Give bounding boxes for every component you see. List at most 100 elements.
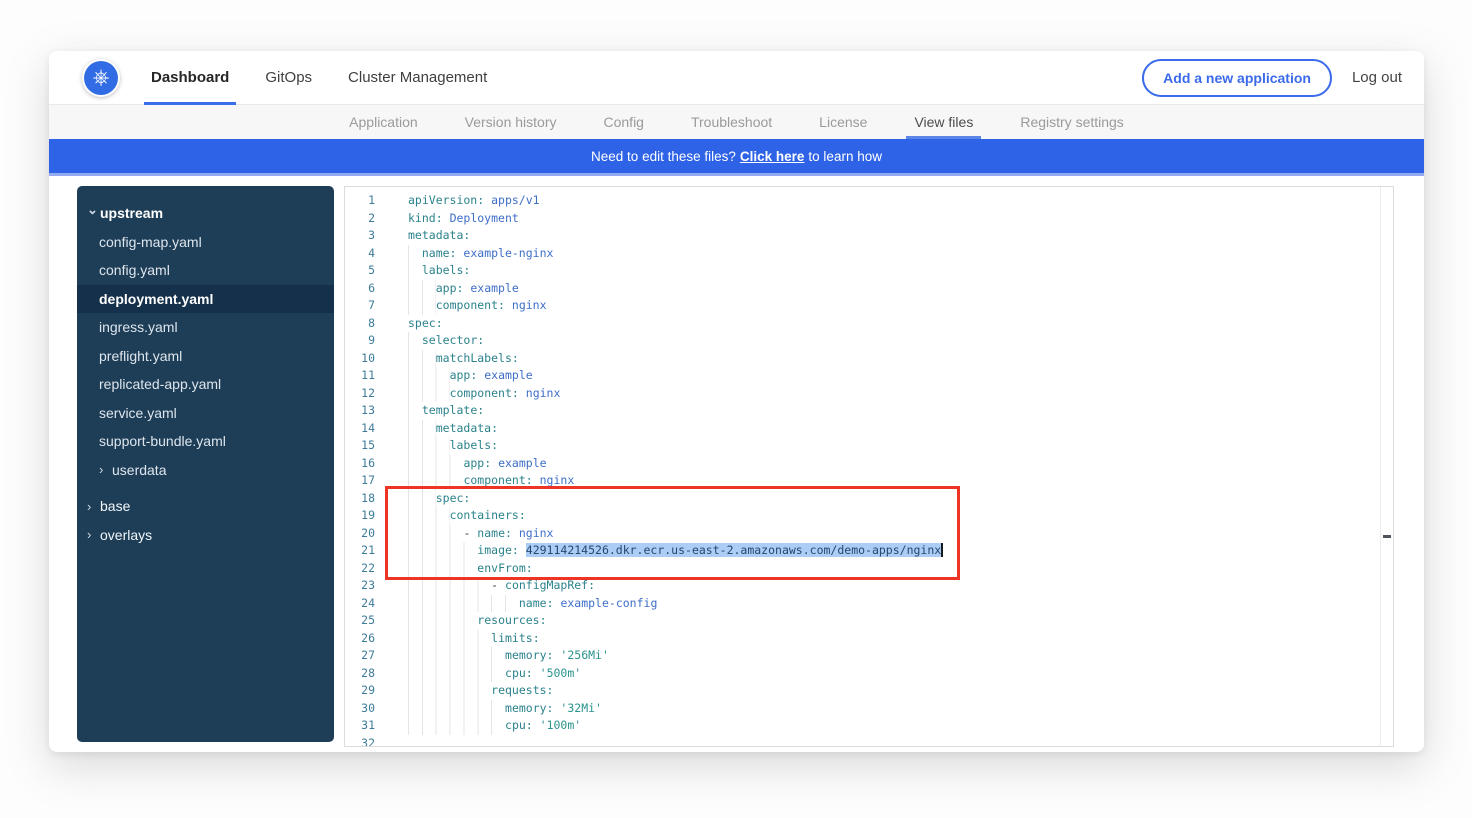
yaml-token: Deployment bbox=[450, 211, 519, 225]
view-files-content: ⌄upstreamconfig-map.yamlconfig.yamldeplo… bbox=[49, 176, 1424, 742]
edit-files-banner: Need to edit these files? Click here to … bbox=[49, 139, 1424, 176]
text-cursor bbox=[941, 543, 943, 557]
yaml-token: labels: bbox=[450, 438, 498, 452]
nav-tab-gitops[interactable]: GitOps bbox=[260, 51, 317, 104]
code-line-6[interactable]: app: example bbox=[408, 280, 1379, 298]
indent-guides bbox=[408, 595, 519, 613]
tree-item-userdata[interactable]: ›userdata bbox=[77, 456, 334, 485]
code-line-8[interactable]: spec: bbox=[408, 315, 1379, 333]
code-line-23[interactable]: - configMapRef: bbox=[408, 577, 1379, 595]
log-out-link[interactable]: Log out bbox=[1352, 69, 1404, 86]
yaml-token: app: bbox=[450, 368, 478, 382]
code-line-32[interactable] bbox=[408, 735, 1379, 748]
nav-tab-cluster-management[interactable]: Cluster Management bbox=[343, 51, 492, 104]
indent-guides bbox=[408, 647, 505, 665]
yaml-token bbox=[533, 666, 540, 680]
subnav-tab-registry-settings[interactable]: Registry settings bbox=[1020, 105, 1123, 139]
yaml-token: limits: bbox=[491, 631, 539, 645]
code-line-31[interactable]: cpu: '100m' bbox=[408, 717, 1379, 735]
admin-console-window: ⎈ Dashboard GitOps Cluster Management Add … bbox=[49, 51, 1424, 752]
code-line-21[interactable]: image: 429114214526.dkr.ecr.us-east-2.am… bbox=[408, 542, 1379, 560]
tree-item-label: userdata bbox=[112, 462, 166, 478]
code-line-26[interactable]: limits: bbox=[408, 630, 1379, 648]
page-background: ⎈ Dashboard GitOps Cluster Management Add … bbox=[0, 0, 1472, 818]
code-line-17[interactable]: component: nginx bbox=[408, 472, 1379, 490]
yaml-token: component: bbox=[450, 386, 519, 400]
add-new-application-button[interactable]: Add a new application bbox=[1142, 59, 1332, 97]
code-line-28[interactable]: cpu: '500m' bbox=[408, 665, 1379, 683]
indent-guides bbox=[408, 350, 436, 368]
code-line-20[interactable]: - name: nginx bbox=[408, 525, 1379, 543]
yaml-token: app: bbox=[463, 456, 491, 470]
indent-guides bbox=[408, 665, 505, 683]
tree-item-upstream[interactable]: ⌄upstream bbox=[77, 199, 334, 228]
nav-tab-dashboard[interactable]: Dashboard bbox=[146, 51, 234, 104]
yaml-token: requests: bbox=[491, 683, 553, 697]
subnav-tab-config[interactable]: Config bbox=[604, 105, 644, 139]
yaml-token: component: bbox=[436, 298, 505, 312]
tree-item-base[interactable]: ›base bbox=[77, 492, 334, 521]
code-line-25[interactable]: resources: bbox=[408, 612, 1379, 630]
indent-guides bbox=[408, 297, 436, 315]
code-line-19[interactable]: containers: bbox=[408, 507, 1379, 525]
code-line-12[interactable]: component: nginx bbox=[408, 385, 1379, 403]
code-line-11[interactable]: app: example bbox=[408, 367, 1379, 385]
code-line-30[interactable]: memory: '32Mi' bbox=[408, 700, 1379, 718]
subnav-tab-view-files[interactable]: View files bbox=[914, 105, 973, 139]
indent-guides bbox=[408, 262, 422, 280]
yaml-token: selector: bbox=[422, 333, 484, 347]
subnav-tab-troubleshoot[interactable]: Troubleshoot bbox=[691, 105, 772, 139]
subnav-tab-application[interactable]: Application bbox=[349, 105, 418, 139]
code-line-2[interactable]: kind: Deployment bbox=[408, 210, 1379, 228]
tree-item-label: ingress.yaml bbox=[99, 319, 178, 335]
code-line-14[interactable]: metadata: bbox=[408, 420, 1379, 438]
yaml-token: spec: bbox=[408, 316, 443, 330]
yaml-token: kind: bbox=[408, 211, 443, 225]
code-line-24[interactable]: name: example-config bbox=[408, 595, 1379, 613]
kubernetes-helm-icon: ⎈ bbox=[84, 61, 118, 95]
yaml-token: name: bbox=[477, 526, 512, 540]
code-line-13[interactable]: template: bbox=[408, 402, 1379, 420]
yaml-code-editor[interactable]: 1234567891011121314151617181920212223242… bbox=[344, 186, 1394, 747]
yaml-token bbox=[533, 718, 540, 732]
editor-scrollbar-thumb[interactable] bbox=[1383, 535, 1391, 538]
code-line-5[interactable]: labels: bbox=[408, 262, 1379, 280]
code-line-15[interactable]: labels: bbox=[408, 437, 1379, 455]
yaml-token: component: bbox=[463, 473, 532, 487]
code-line-18[interactable]: spec: bbox=[408, 490, 1379, 508]
indent-guides bbox=[408, 402, 422, 420]
code-line-7[interactable]: component: nginx bbox=[408, 297, 1379, 315]
code-line-22[interactable]: envFrom: bbox=[408, 560, 1379, 578]
tree-item-preflight-yaml[interactable]: preflight.yaml bbox=[77, 342, 334, 371]
yaml-token: example bbox=[470, 281, 518, 295]
tree-item-config-yaml[interactable]: config.yaml bbox=[77, 256, 334, 285]
tree-item-service-yaml[interactable]: service.yaml bbox=[77, 399, 334, 428]
code-line-3[interactable]: metadata: bbox=[408, 227, 1379, 245]
code-line-16[interactable]: app: example bbox=[408, 455, 1379, 473]
tree-item-deployment-yaml[interactable]: deployment.yaml bbox=[77, 285, 334, 314]
tree-item-replicated-app-yaml[interactable]: replicated-app.yaml bbox=[77, 370, 334, 399]
tree-item-ingress-yaml[interactable]: ingress.yaml bbox=[77, 313, 334, 342]
editor-scrollbar[interactable] bbox=[1380, 187, 1393, 746]
tree-item-support-bundle-yaml[interactable]: support-bundle.yaml bbox=[77, 427, 334, 456]
indent-guides bbox=[408, 332, 422, 350]
tree-item-label: service.yaml bbox=[99, 405, 177, 421]
indent-guides bbox=[408, 507, 450, 525]
code-line-27[interactable]: memory: '256Mi' bbox=[408, 647, 1379, 665]
tree-item-overlays[interactable]: ›overlays bbox=[77, 521, 334, 550]
yaml-token: example-config bbox=[560, 596, 657, 610]
subnav-tab-version-history[interactable]: Version history bbox=[465, 105, 557, 139]
code-line-1[interactable]: apiVersion: apps/v1 bbox=[408, 192, 1379, 210]
subnav-tab-license[interactable]: License bbox=[819, 105, 867, 139]
indent-guides bbox=[408, 420, 436, 438]
click-here-link[interactable]: Click here bbox=[740, 149, 805, 164]
indent-guides bbox=[408, 700, 505, 718]
code-line-9[interactable]: selector: bbox=[408, 332, 1379, 350]
yaml-token bbox=[443, 211, 450, 225]
code-line-4[interactable]: name: example-nginx bbox=[408, 245, 1379, 263]
code-line-29[interactable]: requests: bbox=[408, 682, 1379, 700]
code-line-10[interactable]: matchLabels: bbox=[408, 350, 1379, 368]
chevron-down-icon: ⌄ bbox=[87, 202, 100, 218]
tree-item-config-map-yaml[interactable]: config-map.yaml bbox=[77, 228, 334, 257]
indent-guides bbox=[408, 612, 477, 630]
